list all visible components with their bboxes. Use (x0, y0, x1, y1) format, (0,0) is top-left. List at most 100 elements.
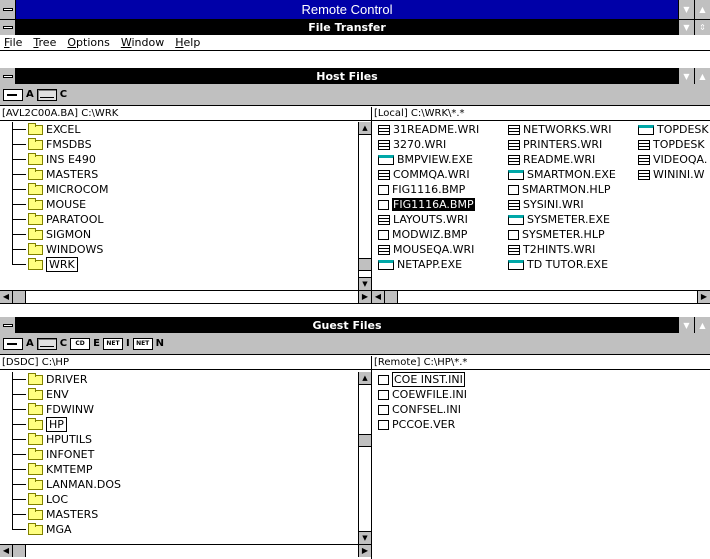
hscroll-thumb[interactable] (13, 545, 26, 557)
file-item[interactable]: COE INST.INI (378, 372, 467, 387)
scroll-down-icon[interactable]: ▼ (359, 531, 371, 544)
folder-item[interactable]: INFONET (0, 447, 358, 462)
folder-item[interactable]: KMTEMP (0, 462, 358, 477)
file-item[interactable]: TOPDESK (638, 122, 709, 137)
menu-options[interactable]: Options (67, 36, 109, 49)
host-maximize-button[interactable]: ▲ (694, 68, 710, 84)
scroll-up-icon[interactable]: ▲ (359, 372, 371, 385)
file-item[interactable]: TD TUTOR.EXE (508, 257, 616, 272)
file-item[interactable]: NETAPP.EXE (378, 257, 479, 272)
file-item[interactable]: SYSMETER.EXE (508, 212, 616, 227)
menu-help[interactable]: Help (175, 36, 200, 49)
host-drive-c[interactable]: C (36, 88, 67, 101)
folder-item[interactable]: FDWINW (0, 402, 358, 417)
file-item[interactable]: T2HINTS.WRI (508, 242, 616, 257)
folder-item[interactable]: LOC (0, 492, 358, 507)
child-system-menu-icon[interactable] (0, 20, 16, 35)
guest-tree-hscroll[interactable]: ◀ ▶ (0, 544, 371, 557)
folder-item[interactable]: FMSDBS (0, 137, 358, 152)
file-item[interactable]: LAYOUTS.WRI (378, 212, 479, 227)
folder-item[interactable]: SIGMON (0, 227, 358, 242)
scroll-left-icon[interactable]: ◀ (0, 545, 13, 557)
scroll-left-icon[interactable]: ◀ (0, 291, 13, 303)
floppy-drive-icon (3, 337, 23, 350)
folder-item[interactable]: MASTERS (0, 507, 358, 522)
file-item[interactable]: NETWORKS.WRI (508, 122, 616, 137)
host-tree-hscroll[interactable]: ◀ ▶ (0, 290, 371, 303)
folder-item[interactable]: WINDOWS (0, 242, 358, 257)
file-item[interactable]: COEWFILE.INI (378, 387, 467, 402)
folder-item[interactable]: MASTERS (0, 167, 358, 182)
scroll-right-icon[interactable]: ▶ (358, 291, 371, 303)
scroll-right-icon[interactable]: ▶ (697, 291, 710, 303)
folder-item[interactable]: WRK (0, 257, 358, 272)
document-file-icon (378, 139, 390, 150)
scroll-up-icon[interactable]: ▲ (359, 122, 371, 135)
menu-window[interactable]: Window (121, 36, 164, 49)
file-item[interactable]: FIG1116A.BMP (378, 197, 479, 212)
folder-item[interactable]: INS E490 (0, 152, 358, 167)
guest-maximize-button[interactable]: ▲ (694, 317, 710, 333)
scroll-thumb[interactable] (359, 434, 371, 447)
file-item[interactable]: PRINTERS.WRI (508, 137, 616, 152)
scroll-right-icon[interactable]: ▶ (358, 545, 371, 557)
host-files-hscroll[interactable]: ◀ ▶ (372, 290, 710, 303)
guest-drive-n[interactable]: NET N (132, 337, 164, 350)
host-drive-a[interactable]: A (3, 88, 34, 101)
folder-item[interactable]: MICROCOM (0, 182, 358, 197)
file-item[interactable]: CONFSEL.INI (378, 402, 467, 417)
guest-tree-vscroll[interactable]: ▲ ▼ (358, 372, 371, 544)
file-item[interactable]: 31README.WRI (378, 122, 479, 137)
hscroll-thumb[interactable] (385, 291, 398, 303)
folder-item[interactable]: HP (0, 417, 358, 432)
guest-minimize-button[interactable]: ▼ (678, 317, 694, 333)
file-name: SYSINI.WRI (523, 198, 584, 211)
guest-drive-a[interactable]: A (3, 337, 34, 350)
folder-item[interactable]: PARATOOL (0, 212, 358, 227)
file-item[interactable]: PCCOE.VER (378, 417, 467, 432)
file-item[interactable]: COMMQA.WRI (378, 167, 479, 182)
scroll-thumb[interactable] (359, 258, 371, 271)
child-minimize-button[interactable]: ▼ (678, 20, 694, 35)
file-item[interactable]: VIDEOQA. (638, 152, 709, 167)
file-item[interactable]: 3270.WRI (378, 137, 479, 152)
menu-file[interactable]: File (4, 36, 22, 49)
guest-drive-e[interactable]: CD E (70, 337, 100, 350)
host-system-menu-icon[interactable] (0, 68, 16, 84)
host-minimize-button[interactable]: ▼ (678, 68, 694, 84)
file-item[interactable]: BMPVIEW.EXE (378, 152, 479, 167)
host-tree-vscroll[interactable]: ▲ ▼ (358, 122, 371, 290)
file-item[interactable]: WININI.W (638, 167, 709, 182)
folder-item[interactable]: LANMAN.DOS (0, 477, 358, 492)
scroll-left-icon[interactable]: ◀ (372, 291, 385, 303)
folder-label: MGA (46, 523, 72, 536)
folder-item[interactable]: MGA (0, 522, 358, 537)
system-menu-icon[interactable] (0, 0, 16, 19)
maximize-button[interactable]: ▲ (694, 0, 710, 19)
folder-item[interactable]: ENV (0, 387, 358, 402)
file-item[interactable]: SYSMETER.HLP (508, 227, 616, 242)
folder-item[interactable]: EXCEL (0, 122, 358, 137)
file-item[interactable]: MOUSEQA.WRI (378, 242, 479, 257)
folder-item[interactable]: MOUSE (0, 197, 358, 212)
file-item[interactable]: MODWIZ.BMP (378, 227, 479, 242)
file-item[interactable]: SYSINI.WRI (508, 197, 616, 212)
host-pane-divider[interactable] (371, 107, 372, 303)
minimize-button[interactable]: ▼ (678, 0, 694, 19)
file-item[interactable]: FIG1116.BMP (378, 182, 479, 197)
guest-system-menu-icon[interactable] (0, 317, 16, 333)
file-item[interactable]: README.WRI (508, 152, 616, 167)
file-name: BMPVIEW.EXE (397, 153, 473, 166)
hscroll-thumb[interactable] (13, 291, 26, 303)
guest-pane-divider[interactable] (371, 356, 372, 559)
menu-tree[interactable]: Tree (33, 36, 56, 49)
scroll-down-icon[interactable]: ▼ (359, 277, 371, 290)
folder-item[interactable]: HPUTILS (0, 432, 358, 447)
guest-drive-c[interactable]: C (36, 337, 67, 350)
child-restore-button[interactable]: ⇕ (694, 20, 710, 35)
file-item[interactable]: SMARTMON.EXE (508, 167, 616, 182)
folder-item[interactable]: DRIVER (0, 372, 358, 387)
file-item[interactable]: SMARTMON.HLP (508, 182, 616, 197)
file-item[interactable]: TOPDESK (638, 137, 709, 152)
guest-drive-i[interactable]: NET I (102, 337, 130, 350)
